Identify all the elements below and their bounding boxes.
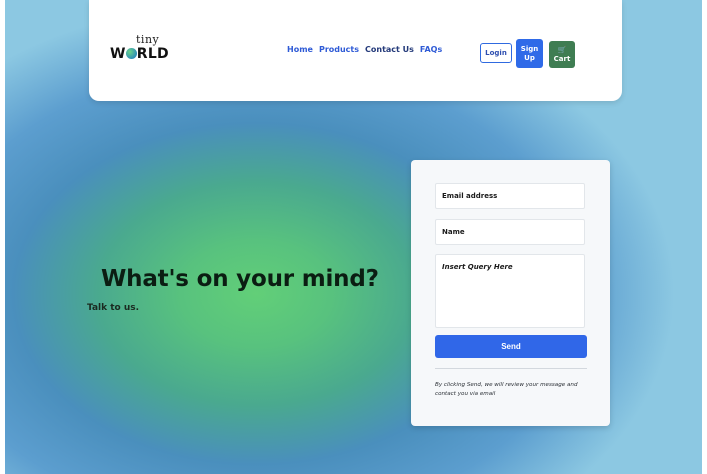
hero-subtitle: Talk to us. bbox=[87, 303, 140, 313]
nav-home-link[interactable]: Home bbox=[287, 45, 313, 54]
nav-products-link[interactable]: Products bbox=[319, 45, 359, 54]
send-button[interactable]: Send bbox=[435, 335, 587, 358]
login-button[interactable]: Login bbox=[480, 43, 512, 63]
page-background: tiny W RLD Home Products Contact Us FAQs … bbox=[5, 0, 702, 474]
signup-label-line2: Up bbox=[524, 53, 535, 62]
email-field[interactable] bbox=[435, 183, 585, 209]
logo-bottom-text: W RLD bbox=[110, 46, 169, 62]
query-textarea[interactable] bbox=[435, 254, 585, 328]
nav-faqs-link[interactable]: FAQs bbox=[420, 45, 442, 54]
nav-contact-link[interactable]: Contact Us bbox=[365, 45, 414, 54]
name-field[interactable] bbox=[435, 219, 585, 245]
cart-icon: 🛒 bbox=[557, 45, 567, 54]
logo-top-text: tiny bbox=[136, 33, 160, 46]
form-divider bbox=[435, 368, 587, 369]
header-navbar: tiny W RLD Home Products Contact Us FAQs … bbox=[89, 0, 622, 101]
cart-button[interactable]: 🛒 Cart bbox=[549, 41, 575, 68]
signup-label-line1: Sign bbox=[520, 44, 539, 53]
logo-letters-rld: RLD bbox=[136, 46, 169, 62]
logo-letter-w: W bbox=[110, 46, 126, 62]
signup-button[interactable]: Sign Up bbox=[516, 39, 543, 68]
contact-form: Send By clicking Send, we will review yo… bbox=[411, 160, 610, 426]
send-disclaimer: By clicking Send, we will review your me… bbox=[435, 382, 578, 397]
brand-logo[interactable]: tiny W RLD bbox=[110, 33, 170, 67]
cart-label: Cart bbox=[553, 54, 571, 63]
hero-title: What's on your mind? bbox=[101, 266, 379, 292]
nav-links: Home Products Contact Us FAQs bbox=[287, 45, 442, 54]
globe-icon bbox=[125, 48, 137, 59]
